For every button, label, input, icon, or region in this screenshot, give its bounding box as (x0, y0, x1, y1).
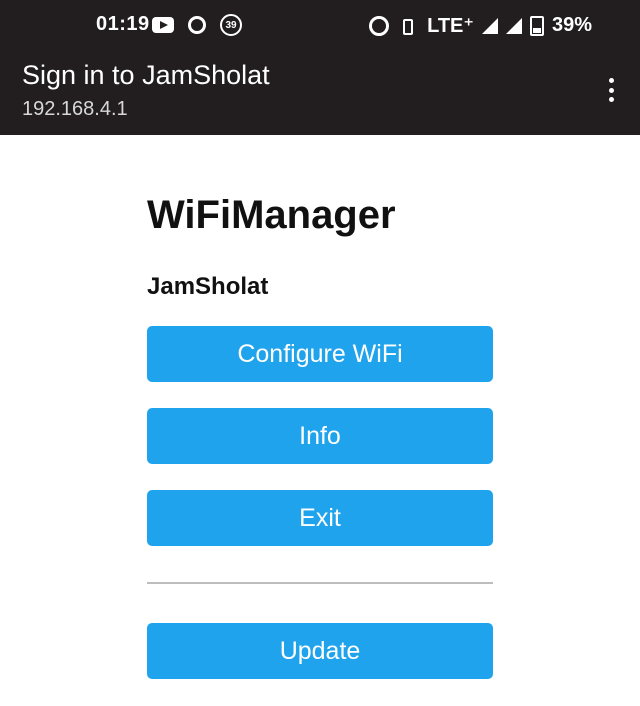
signal-icon-secondary (505, 17, 522, 34)
kebab-dot (608, 97, 614, 102)
page-address: 192.168.4.1 (22, 98, 128, 120)
battery-icon (529, 15, 544, 36)
circle-icon (188, 16, 206, 34)
configure-wifi-button[interactable]: Configure WiFi (147, 326, 493, 382)
youtube-icon (152, 17, 174, 33)
alarm-icon (369, 15, 390, 36)
more-options-icon[interactable] (607, 78, 615, 102)
status-bar: 01:19 39 LTE⁺ 39% (0, 0, 640, 50)
captive-portal-header: 01:19 39 LTE⁺ 39% Sign in to JamSholat 1… (0, 0, 640, 135)
kebab-dot (608, 78, 614, 83)
notification-count-badge: 39 (220, 14, 242, 36)
exit-button[interactable]: Exit (147, 490, 493, 546)
status-time: 01:19 (96, 13, 150, 35)
network-type: LTE⁺ (427, 15, 474, 37)
status-indicators: LTE⁺ 39% (369, 13, 592, 38)
update-button[interactable]: Update (147, 623, 493, 679)
divider (147, 582, 493, 584)
battery-percent: 39% (551, 14, 592, 36)
signal-icon (481, 17, 498, 34)
page-title: Sign in to JamSholat (22, 60, 270, 90)
access-point-name: JamSholat (147, 273, 269, 300)
kebab-dot (608, 87, 614, 93)
status-notifications: 39 (152, 14, 242, 36)
vibrate-icon (397, 18, 419, 35)
wifi-manager-title: WiFiManager (147, 193, 396, 237)
info-button[interactable]: Info (147, 408, 493, 464)
